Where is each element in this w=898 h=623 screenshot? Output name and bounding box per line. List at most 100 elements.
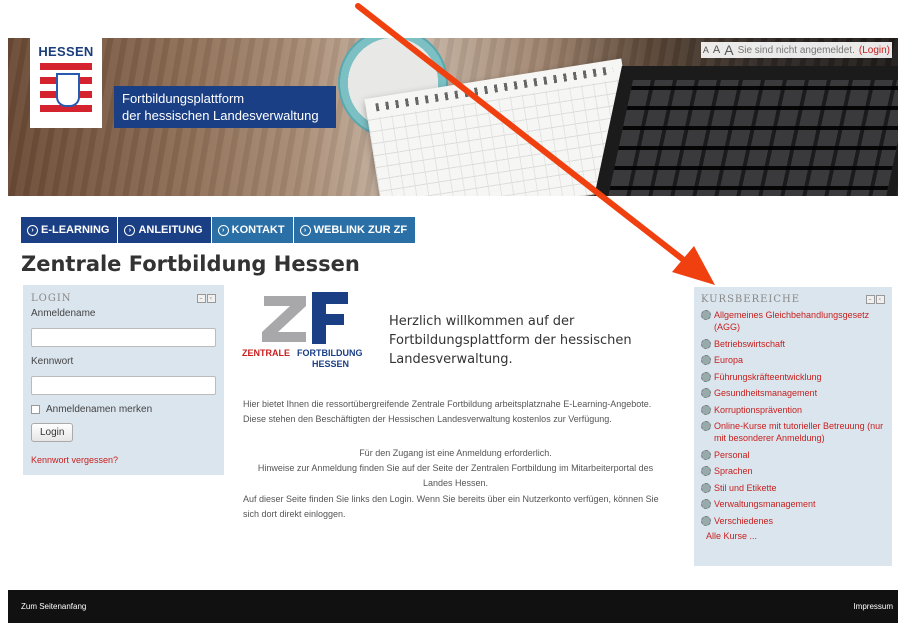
course-category-label: Stil und Etikette [714, 482, 777, 493]
nav-item-e-learning[interactable]: › E-LEARNING [21, 217, 119, 243]
logo-text: HESSEN [38, 44, 94, 59]
nav-item-weblink-zf[interactable]: › WEBLINK ZUR ZF [293, 217, 417, 243]
chevron-right-circle-icon: › [124, 224, 136, 236]
remember-username-checkbox[interactable] [31, 405, 40, 414]
intro-paragraph: Hier bietet Ihnen die ressortübergreifen… [243, 399, 652, 424]
course-block-header: KURSBEREICHE – ‹ [701, 294, 885, 305]
login-button[interactable]: Login [31, 423, 74, 442]
course-category-item[interactable]: Korruptionsprävention [701, 404, 885, 416]
collapse-icon[interactable]: – [866, 295, 875, 304]
course-category-label: Führungskräfteentwicklung [714, 371, 822, 382]
block-controls: – ‹ [197, 294, 216, 303]
nav-item-label: E-LEARNING [41, 224, 110, 236]
category-gear-icon [701, 388, 711, 398]
course-category-item[interactable]: Sprachen [701, 465, 885, 477]
password-label: Kennwort [31, 356, 74, 367]
course-category-label: Personal [714, 449, 750, 460]
course-category-item[interactable]: Verschiedenes [701, 515, 885, 527]
brand-title-box: Fortbildungsplattform der hessischen Lan… [114, 86, 336, 128]
login-block-header: LOGIN – ‹ [31, 293, 216, 304]
main-nav: › E-LEARNING › ANLEITUNG › KONTAKT › WEB… [21, 217, 417, 243]
zf-logo: ZENTRALE FORTBILDUNG HESSEN [242, 290, 387, 370]
category-gear-icon [701, 371, 711, 382]
page-title: Zentrale Fortbildung Hessen [21, 252, 360, 276]
category-gear-icon [701, 310, 711, 320]
chevron-right-circle-icon: › [299, 224, 311, 236]
banner-laptop [590, 66, 898, 196]
course-block-title: KURSBEREICHE [701, 294, 801, 305]
course-category-item[interactable]: Verwaltungsmanagement [701, 498, 885, 510]
username-label: Anmeldename [31, 308, 96, 319]
course-category-item[interactable]: Allgemeines Gleichbehandlungsgesetz (AGG… [701, 309, 885, 333]
welcome-heading: Herzlich willkommen auf der Fortbildungs… [389, 314, 632, 367]
category-gear-icon [701, 421, 711, 431]
dock-icon[interactable]: ‹ [207, 294, 216, 303]
course-category-item[interactable]: Stil und Etikette [701, 482, 885, 494]
course-category-item[interactable]: Führungskräfteentwicklung [701, 371, 885, 383]
dock-icon[interactable]: ‹ [876, 295, 885, 304]
course-categories-block: KURSBEREICHE – ‹ Allgemeines Gleichbehan… [694, 287, 892, 566]
zf-logo-line-3: HESSEN [312, 359, 350, 369]
course-category-label: Online-Kurse mit tutorieller Betreuung (… [714, 421, 884, 443]
course-category-label: Allgemeines Gleichbehandlungsgesetz (AGG… [714, 310, 870, 332]
header-login-link[interactable]: (Login) [859, 45, 890, 56]
course-category-item[interactable]: Personal [701, 449, 885, 461]
hessen-logo[interactable]: HESSEN [30, 38, 102, 128]
font-size-large-button[interactable]: A [724, 42, 733, 58]
nav-item-label: ANLEITUNG [138, 224, 203, 236]
category-gear-icon [701, 404, 711, 415]
password-input[interactable] [31, 376, 216, 395]
category-gear-icon [701, 466, 711, 476]
access-paragraph: Für den Zugang ist eine Anmeldung erford… [243, 446, 668, 491]
font-size-small-button[interactable]: A [703, 45, 709, 55]
course-category-item[interactable]: Europa [701, 354, 885, 366]
zf-f-icon [312, 292, 348, 344]
nav-item-label: WEBLINK ZUR ZF [313, 224, 408, 236]
zf-logo-line-2: FORTBILDUNG [297, 348, 363, 358]
collapse-icon[interactable]: – [197, 294, 206, 303]
access-line-1: Für den Zugang ist eine Anmeldung erford… [359, 448, 552, 458]
course-category-item[interactable]: Gesundheitsmanagement [701, 387, 885, 399]
block-controls: – ‹ [866, 295, 885, 304]
login-block: LOGIN – ‹ Anmeldename Kennwort Anmeldena… [23, 285, 224, 475]
course-category-list: Allgemeines Gleichbehandlungsgesetz (AGG… [701, 309, 885, 527]
nav-item-label: KONTAKT [231, 224, 285, 236]
imprint-link[interactable]: Impressum [853, 602, 893, 611]
category-gear-icon [701, 355, 711, 365]
zf-logo-line-1: ZENTRALE [242, 348, 290, 358]
nav-item-kontakt[interactable]: › KONTAKT [211, 217, 294, 243]
back-to-top-link[interactable]: Zum Seitenanfang [21, 602, 86, 611]
course-category-item[interactable]: Online-Kurse mit tutorieller Betreuung (… [701, 420, 885, 444]
access-line-2: Hinweise zur Anmeldung finden Sie auf de… [257, 463, 654, 488]
all-courses-link[interactable]: Alle Kurse ... [706, 531, 885, 541]
course-category-label: Korruptionsprävention [714, 404, 803, 415]
category-gear-icon [701, 499, 711, 509]
page-footer: Zum Seitenanfang Impressum [8, 590, 898, 623]
course-category-item[interactable]: Betriebswirtschaft [701, 338, 885, 350]
nav-item-anleitung[interactable]: › ANLEITUNG [118, 217, 212, 243]
category-gear-icon [701, 338, 711, 349]
zf-z-icon [262, 296, 306, 342]
font-size-medium-button[interactable]: A [713, 44, 720, 56]
category-gear-icon [701, 482, 711, 493]
hessen-coat-of-arms-icon [40, 63, 92, 119]
font-size-controls: A A A Sie sind nicht angemeldet. (Login) [700, 42, 892, 58]
category-gear-icon [701, 515, 711, 526]
chevron-right-circle-icon: › [27, 224, 38, 236]
course-category-label: Betriebswirtschaft [714, 338, 786, 349]
course-category-label: Europa [714, 355, 744, 365]
username-input[interactable] [31, 328, 216, 347]
brand-line-2: der hessischen Landesverwaltung [122, 108, 319, 123]
login-hint-paragraph: Auf dieser Seite finden Sie links den Lo… [243, 494, 659, 519]
category-gear-icon [701, 449, 711, 460]
course-category-label: Gesundheitsmanagement [714, 388, 818, 398]
course-category-label: Sprachen [714, 466, 753, 476]
course-category-label: Verwaltungsmanagement [714, 499, 816, 509]
remember-row: Anmeldenamen merken [31, 404, 216, 415]
forgot-password-link[interactable]: Kennwort vergessen? [31, 455, 216, 465]
chevron-right-circle-icon: › [217, 224, 229, 236]
login-block-title: LOGIN [31, 293, 72, 304]
login-status-text: Sie sind nicht angemeldet. [737, 44, 855, 56]
brand-line-1: Fortbildungsplattform [122, 91, 245, 106]
remember-username-label[interactable]: Anmeldenamen merken [46, 404, 152, 415]
